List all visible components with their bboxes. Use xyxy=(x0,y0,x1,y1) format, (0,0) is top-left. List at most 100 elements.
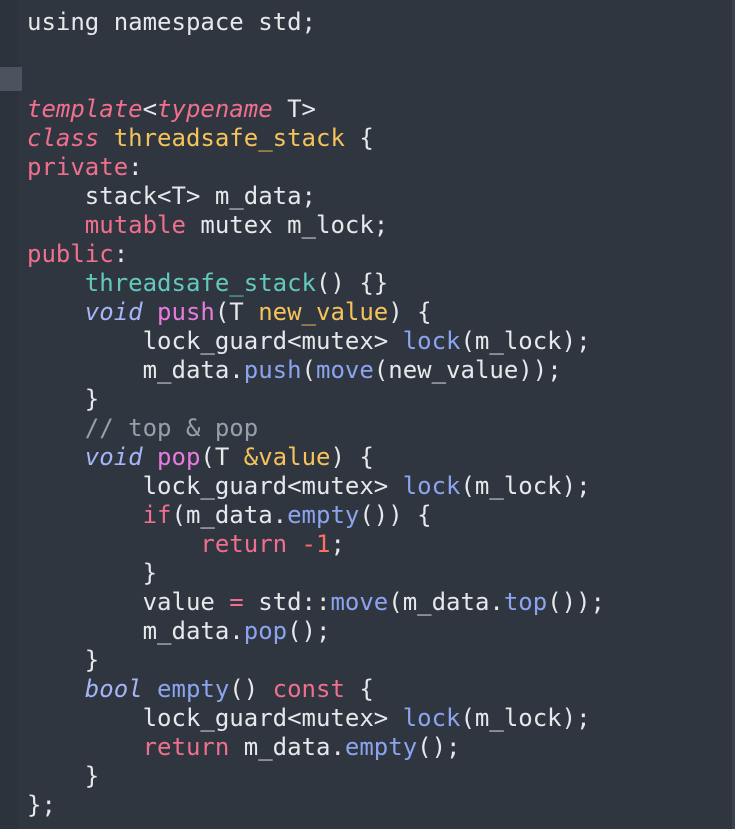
code-token: ()) { xyxy=(359,501,432,529)
code-line: m_data.pop(); xyxy=(27,617,605,646)
code-token: (new_value)); xyxy=(373,356,562,384)
code-token: (m_data. xyxy=(388,588,504,616)
code-token: (m_lock); xyxy=(460,327,591,355)
code-line: return m_data.empty(); xyxy=(27,733,605,762)
line-gutter xyxy=(0,0,18,829)
code-line: public: xyxy=(27,240,605,269)
code-token: push xyxy=(243,356,302,384)
code-token: -1 xyxy=(301,530,331,558)
code-token: &value xyxy=(243,443,331,471)
code-line: using namespace std; xyxy=(27,8,605,37)
code-token: lock_guard<mutex> xyxy=(27,327,403,355)
code-token: } xyxy=(27,646,100,674)
code-token: }; xyxy=(27,791,56,819)
code-token: lock xyxy=(402,704,461,732)
code-token: } xyxy=(27,762,100,790)
code-token: top xyxy=(503,588,548,616)
code-token: ) { xyxy=(330,443,374,471)
code-line: stack<T> m_data; xyxy=(27,182,605,211)
code-line: lock_guard<mutex> lock(m_lock); xyxy=(27,327,605,356)
code-token: new_value xyxy=(258,298,389,326)
code-token: m_data. xyxy=(229,733,345,761)
code-token: void xyxy=(84,298,143,326)
code-line: } xyxy=(27,646,605,675)
code-text-area[interactable]: using namespace std; template<typename T>… xyxy=(27,8,605,820)
code-token: < xyxy=(142,95,158,123)
code-line: }; xyxy=(27,791,605,820)
code-token: empty xyxy=(157,675,230,703)
code-token: // top & pop xyxy=(27,414,259,442)
code-token: value xyxy=(27,588,230,616)
code-token: { xyxy=(344,124,374,152)
code-token: } xyxy=(27,559,158,587)
current-line-marker xyxy=(0,67,22,91)
code-token: mutex m_lock; xyxy=(185,211,389,239)
code-token: m_data. xyxy=(27,617,244,645)
code-token: (T xyxy=(214,298,259,326)
code-token: (m_lock); xyxy=(460,472,591,500)
code-token: lock_guard<mutex> xyxy=(27,472,403,500)
code-token: threadsafe_stack xyxy=(113,124,345,152)
code-token: typename xyxy=(157,95,273,123)
code-token: : xyxy=(113,240,129,268)
code-token: void xyxy=(84,443,143,471)
code-token: using namespace std; xyxy=(27,8,316,36)
code-token: mutable xyxy=(84,211,186,239)
code-token: public xyxy=(27,240,114,268)
code-token: () xyxy=(229,675,273,703)
code-token: std:: xyxy=(243,588,331,616)
code-token: (); xyxy=(417,733,461,761)
code-token: empty xyxy=(344,733,418,761)
code-token: empty xyxy=(287,501,360,529)
code-token: ()); xyxy=(547,588,605,616)
code-token: } xyxy=(27,385,100,413)
code-token: () {} xyxy=(315,269,389,297)
code-token: private xyxy=(27,153,129,181)
code-token: return xyxy=(142,733,230,761)
code-line: if(m_data.empty()) { xyxy=(27,501,605,530)
code-token: move xyxy=(330,588,389,616)
code-token: T> xyxy=(272,95,316,123)
code-line: mutable mutex m_lock; xyxy=(27,211,605,240)
code-token: ; xyxy=(330,530,345,558)
code-token: pop xyxy=(157,443,201,471)
code-line: void pop(T &value) { xyxy=(27,443,605,472)
code-token: push xyxy=(157,298,215,326)
code-token: = xyxy=(229,588,244,616)
code-line: template<typename T> xyxy=(27,95,605,124)
code-line: m_data.push(move(new_value)); xyxy=(27,356,605,385)
code-line: lock_guard<mutex> lock(m_lock); xyxy=(27,704,605,733)
code-token: const xyxy=(272,675,345,703)
code-line: class threadsafe_stack { xyxy=(27,124,605,153)
code-token: stack<T> m_data; xyxy=(27,182,316,210)
code-token: template xyxy=(27,95,143,123)
code-line: } xyxy=(27,385,605,414)
code-token: (m_data. xyxy=(171,501,288,529)
code-token: (m_lock); xyxy=(460,704,591,732)
code-line: lock_guard<mutex> lock(m_lock); xyxy=(27,472,605,501)
code-editor[interactable]: using namespace std; template<typename T>… xyxy=(0,0,735,829)
code-line: private: xyxy=(27,153,605,182)
code-token: lock xyxy=(402,472,461,500)
code-token: bool xyxy=(84,675,143,703)
code-line: value = std::move(m_data.top()); xyxy=(27,588,605,617)
code-line: } xyxy=(27,559,605,588)
code-line: return -1; xyxy=(27,530,605,559)
code-line: // top & pop xyxy=(27,414,605,443)
code-line: bool empty() const { xyxy=(27,675,605,704)
code-token: (T xyxy=(200,443,244,471)
code-token: (); xyxy=(287,617,331,645)
code-token: { xyxy=(344,675,374,703)
